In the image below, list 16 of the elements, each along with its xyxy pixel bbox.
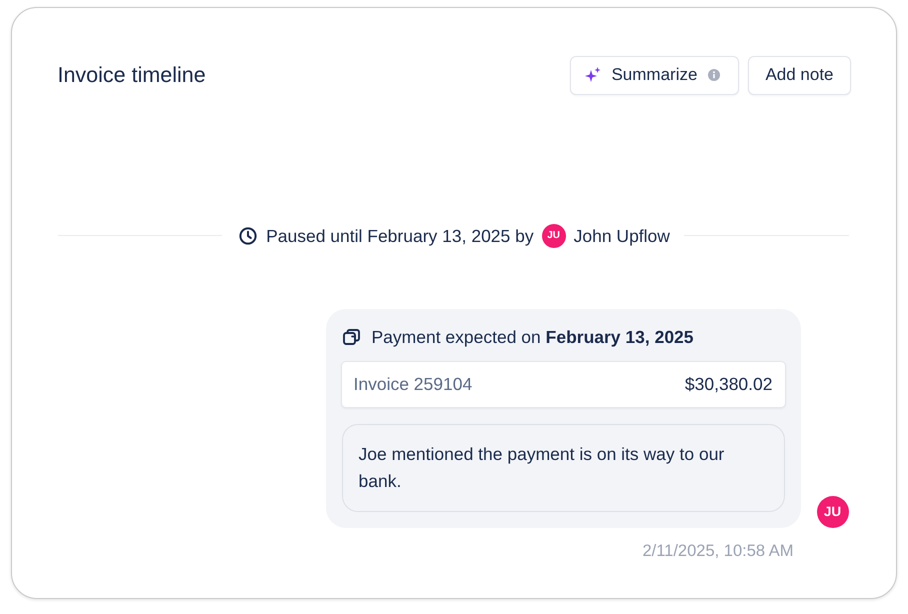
stacked-squares-icon [342, 328, 360, 344]
add-note-button[interactable]: Add note [748, 56, 850, 94]
user-avatar: JU [542, 224, 566, 248]
user-name: John Upflow [574, 224, 670, 246]
panel-title: Invoice timeline [58, 62, 206, 89]
note-text: Joe mentioned the payment is on its way to our bank. [358, 442, 726, 492]
summarize-button[interactable]: Summarize [570, 56, 740, 94]
status-text: Paused until February 13, 2025 by [266, 224, 534, 246]
author-avatar: JU [816, 496, 848, 528]
event-title: Payment expected on February 13, 2025 [372, 326, 694, 348]
message-timestamp: 2/11/2025, 10:58 AM [642, 540, 794, 562]
info-icon [708, 69, 720, 81]
clock-icon [239, 226, 258, 244]
invoice-amount: $30,380.02 [684, 374, 772, 394]
sparkle-icon [585, 67, 602, 83]
invoice-number: Invoice 259104 [354, 374, 472, 394]
